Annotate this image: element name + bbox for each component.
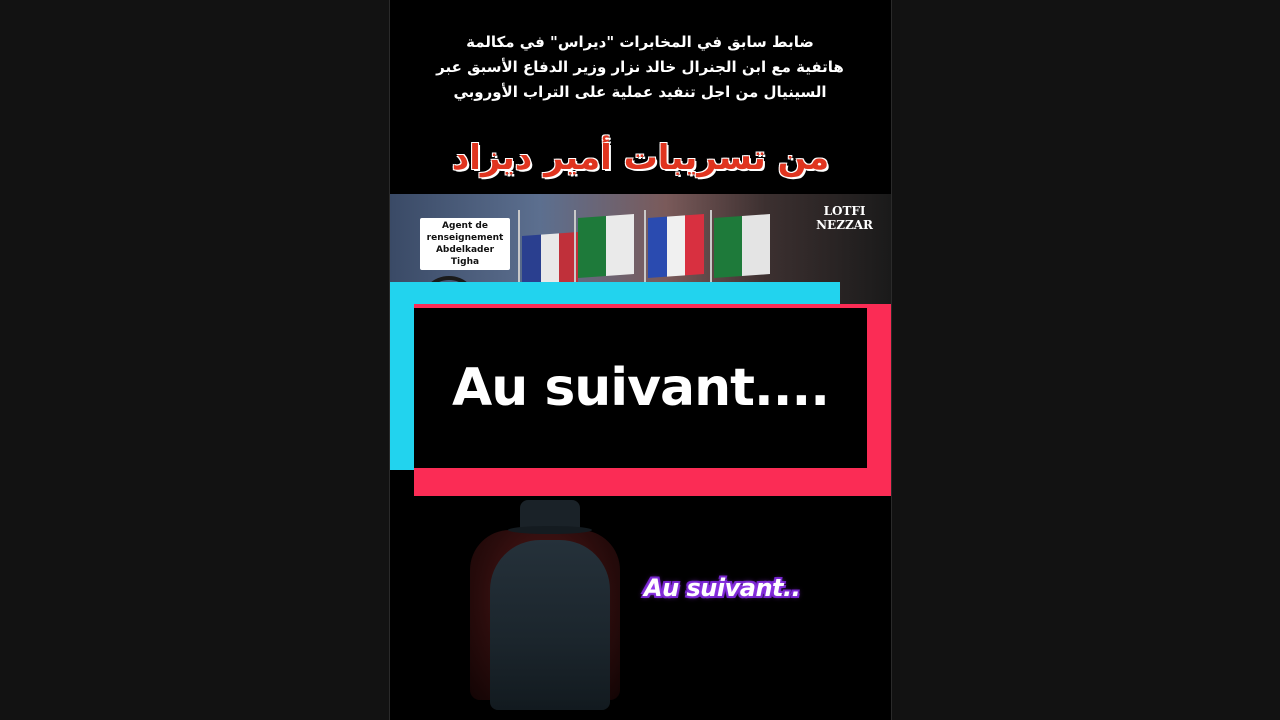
- seated-figure-illustration: [460, 500, 650, 720]
- right-letterbox: [891, 0, 1280, 720]
- name-line-2: NEZZAR: [816, 218, 873, 232]
- headline-line-1: ضابط سابق في المخابرات "ديراس" في مكالمة: [466, 33, 814, 51]
- badge-line-2: renseignement: [426, 233, 504, 243]
- agent-name-badge: Agent de renseignement Abdelkader Tigha: [420, 218, 510, 270]
- figure-coat: [490, 540, 610, 710]
- badge-line-1: Agent de: [442, 221, 488, 231]
- headline-line-3: السينيال من اجل تنفيد عملية على التراب ا…: [453, 83, 827, 101]
- hat-brim: [508, 526, 592, 534]
- name-line-1: LOTFI: [823, 204, 866, 218]
- au-suivant-banner: Au suivant....: [390, 282, 891, 496]
- banner-black-box: Au suivant....: [414, 308, 867, 468]
- headline-text: ضابط سابق في المخابرات "ديراس" في مكالمة…: [420, 30, 860, 105]
- algeria-flag-left: [578, 214, 634, 278]
- france-flag-center: [648, 214, 705, 278]
- red-title: من تسريبات أمير ديزاد: [451, 138, 830, 178]
- lotfi-name-label: LOTFI NEZZAR: [816, 204, 873, 232]
- banner-text: Au suivant....: [451, 358, 830, 418]
- badge-line-3: Abdelkader Tigha: [435, 245, 495, 267]
- overlay-caption: Au suivant..: [644, 574, 801, 602]
- algeria-flag-right: [714, 214, 770, 278]
- video-frame[interactable]: ضابط سابق في المخابرات "ديراس" في مكالمة…: [390, 0, 891, 720]
- left-letterbox: [0, 0, 390, 720]
- headline-line-2: هاتفية مع ابن الجنرال خالد نزار وزير الد…: [436, 58, 844, 76]
